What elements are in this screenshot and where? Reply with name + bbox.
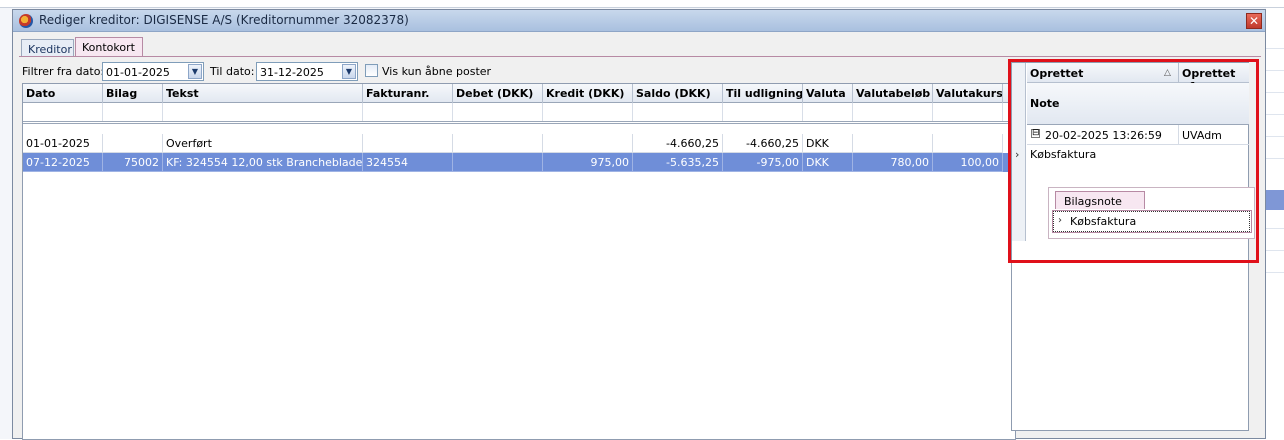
col-debet[interactable]: Debet (DKK) [453,84,543,103]
cell-valutakurs [933,134,1003,153]
cell-til-udligning: -975,00 [723,153,803,172]
to-date-picker[interactable]: 31-12-2025 ▼ [256,62,358,81]
cell-valuta: DKK [803,134,853,153]
table-row-selected[interactable]: 07-12-2025 75002 KF: 324554 12,00 stk Br… [23,153,1015,172]
cell-saldo: -4.660,25 [633,134,723,153]
cell-valutabelob [853,134,933,153]
sort-ascending-icon: △ [1164,68,1171,78]
col-valutakurs[interactable]: Valutakurs [933,84,1003,103]
grid-header: Dato Bilag Tekst Fakturanr. Debet (DKK) … [23,84,1015,103]
note-text: Købsfaktura [1030,148,1097,161]
cell-kredit [543,134,633,153]
cell-debet [453,153,543,172]
cell-dato: 07-12-2025 [23,153,103,172]
cell-tekst: Overført [163,134,363,153]
chevron-right-icon[interactable]: › [1058,215,1062,226]
open-only-checkbox[interactable] [365,64,378,77]
grid-filter-row[interactable] [23,103,1015,124]
open-only-label: Vis kun åbne poster [382,65,492,78]
col-kredit[interactable]: Kredit (DKK) [543,84,633,103]
to-date-value: 31-12-2025 [260,66,324,79]
filter-bar: Filtrer fra dato: 01-01-2025 ▼ Til dato:… [22,62,1012,82]
note-created-by: UVAdm [1182,129,1222,142]
col-tekst[interactable]: Tekst [163,84,363,103]
col-fakturanr[interactable]: Fakturanr. [363,84,453,103]
tab-bilagsnote-filer[interactable]: Bilagsnote Filer [1055,191,1145,221]
col-valuta[interactable]: Valuta [803,84,853,103]
edit-creditor-window: Rediger kreditor: DIGISENSE A/S (Kredito… [12,9,1266,440]
cell-tekst: KF: 324554 12,00 stk Branchebladet ... [163,153,363,172]
from-date-label: Filtrer fra dato: [22,65,105,78]
note-created: 20-02-2025 13:26:59 [1045,129,1162,142]
tab-divider [19,56,1261,57]
col-saldo[interactable]: Saldo (DKK) [633,84,723,103]
note-row[interactable]: ⊟ 20-02-2025 13:26:59 UVAdm [1027,125,1249,145]
background-strip [0,0,1284,8]
note-detail-panel: Bilagsnote Filer › Købsfaktura [1048,187,1255,239]
window-title: Rediger kreditor: DIGISENSE A/S (Kredito… [39,13,409,27]
cell-bilag [103,134,163,153]
col-valutabelob[interactable]: Valutabeløb [853,84,933,103]
chevron-down-icon[interactable]: ▼ [342,64,356,79]
cell-valutabelob: 780,00 [853,153,933,172]
cell-valuta: DKK [803,153,853,172]
cell-fakturanr: 324554 [363,153,453,172]
cell-kredit: 975,00 [543,153,633,172]
title-bar[interactable]: Rediger kreditor: DIGISENSE A/S (Kredito… [13,10,1265,32]
cell-valutakurs: 100,00 [933,153,1003,172]
app-logo-icon [19,14,33,28]
cell-dato: 01-01-2025 [23,134,103,153]
col-dato[interactable]: Dato [23,84,103,103]
detail-list-item[interactable]: › Købsfaktura [1053,211,1250,232]
col-til-udligning[interactable]: Til udligning [723,84,803,103]
col-note[interactable]: Note [1030,97,1059,110]
col-oprettet[interactable]: Oprettet [1030,67,1083,80]
chevron-down-icon[interactable]: ▼ [188,64,202,79]
close-button[interactable]: ✕ [1246,13,1262,29]
notes-header: Oprettet △ Oprettet af [1027,63,1249,93]
collapse-icon[interactable]: ⊟ [1031,129,1040,138]
cell-bilag: 75002 [103,153,163,172]
current-row-icon: › [1015,148,1020,161]
cell-debet [453,134,543,153]
cell-til-udligning: -4.660,25 [723,134,803,153]
note-text-row[interactable]: Købsfaktura [1027,146,1249,166]
detail-body: › Købsfaktura [1052,210,1252,233]
tab-kreditor[interactable]: Kreditor [21,39,74,57]
detail-item-label: Købsfaktura [1070,215,1137,228]
cell-saldo: -5.635,25 [633,153,723,172]
table-row[interactable]: 01-01-2025 Overført -4.660,25 -4.660,25 … [23,134,1015,153]
notes-panel: Oprettet △ Oprettet af Note ⊟ 20-02-2025… [1011,62,1255,431]
tab-kontokort[interactable]: Kontokort [75,37,143,57]
background-grid-edge [1266,8,1284,439]
from-date-value: 01-01-2025 [106,66,170,79]
col-bilag[interactable]: Bilag [103,84,163,103]
notes-header-note: Note [1027,83,1249,125]
ledger-grid: Dato Bilag Tekst Fakturanr. Debet (DKK) … [22,83,1016,440]
to-date-label: Til dato: [210,65,255,78]
from-date-picker[interactable]: 01-01-2025 ▼ [102,62,204,81]
background-selected-row [1266,190,1284,210]
cell-fakturanr [363,134,453,153]
